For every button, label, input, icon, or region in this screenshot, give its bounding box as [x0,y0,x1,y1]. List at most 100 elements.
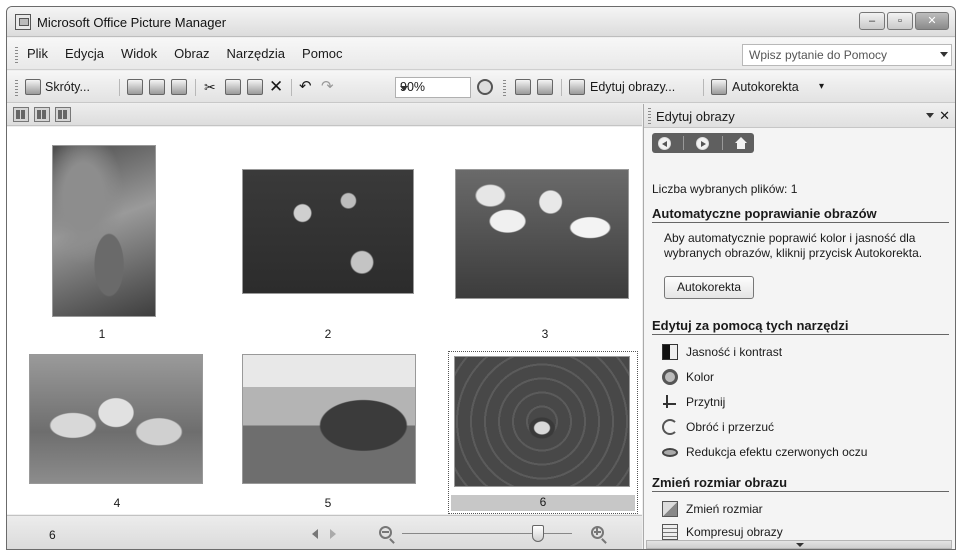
pane-grip-icon[interactable] [648,108,651,124]
menu-bar: Plik Edycja Widok Obraz Narzędzia Pomoc … [7,38,955,70]
previous-icon[interactable] [312,529,318,539]
shortcuts-icon[interactable] [25,79,41,95]
standard-toolbar: Skróty... ✂ ✕ ↶ ↷ 90% Edytuj obrazy... A… [7,71,955,103]
zoom-select[interactable]: 90% [395,77,471,98]
copy-icon[interactable] [225,79,241,95]
resize-icon [662,501,678,517]
rotate-left-icon[interactable] [515,79,531,95]
tool-label: Kolor [686,370,715,384]
forward-icon[interactable] [696,136,710,150]
filmstrip-view-icon[interactable] [34,107,50,122]
tool-label: Kompresuj obrazy [686,525,783,539]
toolbar-separator [195,79,196,96]
crop-link[interactable]: Przytnij [662,393,725,411]
tools-section-heading: Edytuj za pomocą tych narzędzi [652,318,949,335]
toolbar-separator [703,79,704,96]
rotate-right-icon[interactable] [537,79,553,95]
undo-icon[interactable]: ↶ [299,78,312,96]
save-icon[interactable] [127,79,143,95]
brightness-contrast-link[interactable]: Jasność i kontrast [662,343,782,361]
toolbar-options-icon[interactable]: ▾ [819,78,824,96]
edit-images-pane: Edytuj obrazy ✕ Liczba wybranych plików:… [643,104,955,549]
zoom-slider[interactable] [402,533,572,534]
thumbnail-item[interactable]: 5 [242,352,422,512]
thumbnail-image[interactable] [242,354,416,484]
delete-icon[interactable]: ✕ [269,78,283,96]
thumbnail-number: 3 [541,327,549,341]
email-icon[interactable] [171,79,187,95]
thumbnail-item-selected[interactable]: 6 [448,351,638,514]
zoom-out-icon[interactable] [379,526,392,539]
help-placeholder: Wpisz pytanie do Pomocy [749,48,888,62]
autocorrect-button[interactable]: Autokorekta [664,276,754,299]
thumbnail-number: 2 [324,327,332,341]
zoom-in-icon[interactable] [591,526,604,539]
view-mode-bar [7,104,642,126]
menu-help[interactable]: Pomoc [302,46,342,61]
edit-images-button[interactable]: Edytuj obrazy... [590,78,675,96]
thumbnail-image[interactable] [455,169,629,299]
thumbnail-image[interactable] [242,169,414,294]
rotate-flip-link[interactable]: Obróć i przerzuć [662,418,774,436]
paste-icon[interactable] [247,79,263,95]
maximize-button[interactable]: ▫ [887,12,913,30]
toolbar-separator [291,79,292,96]
thumbnail-item[interactable]: 4 [27,352,207,512]
auto-description: Aby automatycznie poprawić kolor i jasno… [664,231,923,260]
app-logo-icon [15,14,31,30]
pane-scroll-down[interactable] [646,540,952,549]
compress-link[interactable]: Kompresuj obrazy [662,523,783,541]
menu-tools[interactable]: Narzędzia [227,46,286,61]
tool-label: Obróć i przerzuć [686,420,775,434]
color-link[interactable]: Kolor [662,368,714,386]
single-picture-view-icon[interactable] [55,107,71,122]
thumbnail-view-icon[interactable] [13,107,29,122]
autocorrect-icon[interactable] [711,79,727,95]
thumbnail-item[interactable]: 3 [455,145,635,345]
thumbnail-image[interactable] [29,354,203,484]
close-button[interactable]: ✕ [915,12,949,30]
cut-icon[interactable]: ✂ [204,78,216,96]
redo-icon[interactable]: ↷ [321,78,334,96]
edit-images-icon[interactable] [569,79,585,95]
selected-files-count: Liczba wybranych plików: 1 [652,182,798,196]
thumbnail-number: 6 [451,495,635,511]
print-icon[interactable] [149,79,165,95]
thumbnail-image[interactable] [52,145,156,317]
autocorrect-toolbar-button[interactable]: Autokorekta [732,78,799,96]
picture-count: 6 [49,528,56,542]
menu-view[interactable]: Widok [121,46,157,61]
crop-icon [662,394,678,410]
help-search-input[interactable]: Wpisz pytanie do Pomocy [742,44,952,66]
resize-link[interactable]: Zmień rozmiar [662,500,763,518]
thumbnail-number: 4 [113,496,121,510]
thumbnail-image[interactable] [454,356,630,487]
back-icon[interactable] [658,136,672,150]
pane-navigation [652,133,754,153]
minimize-button[interactable]: – [859,12,885,30]
menu-edit[interactable]: Edycja [65,46,104,61]
menu-grip-icon[interactable] [15,47,18,63]
pane-close-icon[interactable]: ✕ [939,108,950,124]
toolbar-grip-icon[interactable] [15,80,18,96]
toolbar-grip-icon[interactable] [503,80,506,96]
thumbnail-item[interactable]: 1 [47,145,181,345]
shortcuts-button[interactable]: Skróty... [45,78,90,96]
title-bar: Microsoft Office Picture Manager – ▫ ✕ [7,7,955,37]
home-icon[interactable] [734,136,748,149]
menu-file[interactable]: Plik [27,46,48,61]
menu-image[interactable]: Obraz [174,46,209,61]
red-eye-link[interactable]: Redukcja efektu czerwonych oczu [662,443,867,461]
tool-label: Zmień rozmiar [686,502,763,516]
chevron-down-icon[interactable] [940,52,948,57]
app-window: Microsoft Office Picture Manager – ▫ ✕ P… [6,6,956,550]
next-icon[interactable] [330,529,336,539]
pane-title: Edytuj obrazy [656,109,735,124]
chevron-down-icon[interactable] [400,86,408,91]
zoom-slider-thumb[interactable] [532,525,544,542]
thumbnail-item[interactable]: 2 [242,145,422,345]
thumbnail-grid: 1 2 3 4 5 6 [7,127,642,514]
help-icon[interactable] [477,79,493,95]
pane-menu-chevron-icon[interactable] [926,113,934,118]
auto-section-heading: Automatyczne poprawianie obrazów [652,206,949,223]
